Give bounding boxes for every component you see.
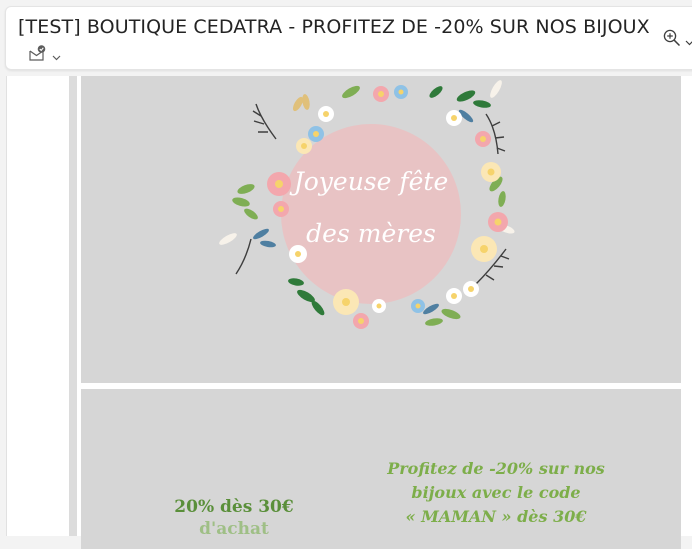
mail-envelope-check-icon [28,45,46,65]
promo-discount-label: 20% dès 30€ d'achat [169,496,299,540]
mothers-day-banner: Joyeuse fête des mères [81,76,681,383]
greeting-line-1: Joyeuse fête [293,167,449,196]
promo-code-text: Profitez de -20% sur nos bijoux avec le … [371,457,621,529]
email-body: Joyeuse fête des mères 20% dès 30€ d'ach… [6,76,692,549]
greeting-text: Joyeuse fête des mères [281,156,461,260]
zoom-in-icon [663,29,681,51]
promo-left-line-2: d'achat [199,519,269,539]
chevron-down-icon [685,31,692,50]
promo-left-line-1: 20% dès 30€ [174,497,294,517]
body-left-border [69,76,77,536]
promo-right-line-2: bijoux avec le code [411,483,581,502]
chevron-down-icon [52,46,61,65]
promo-section: 20% dès 30€ d'achat Profitez de -20% sur… [81,389,681,549]
greeting-line-2: des mères [306,219,436,248]
promo-right-line-3: « MAMAN » dès 30€ [405,507,587,526]
zoom-button[interactable] [663,29,692,51]
promo-right-line-1: Profitez de -20% sur nos [387,459,605,478]
email-header: [TEST] BOUTIQUE CEDATRA - PROFITEZ DE -2… [5,6,692,70]
mail-actions-button[interactable] [28,45,61,65]
email-subject: [TEST] BOUTIQUE CEDATRA - PROFITEZ DE -2… [18,16,650,38]
